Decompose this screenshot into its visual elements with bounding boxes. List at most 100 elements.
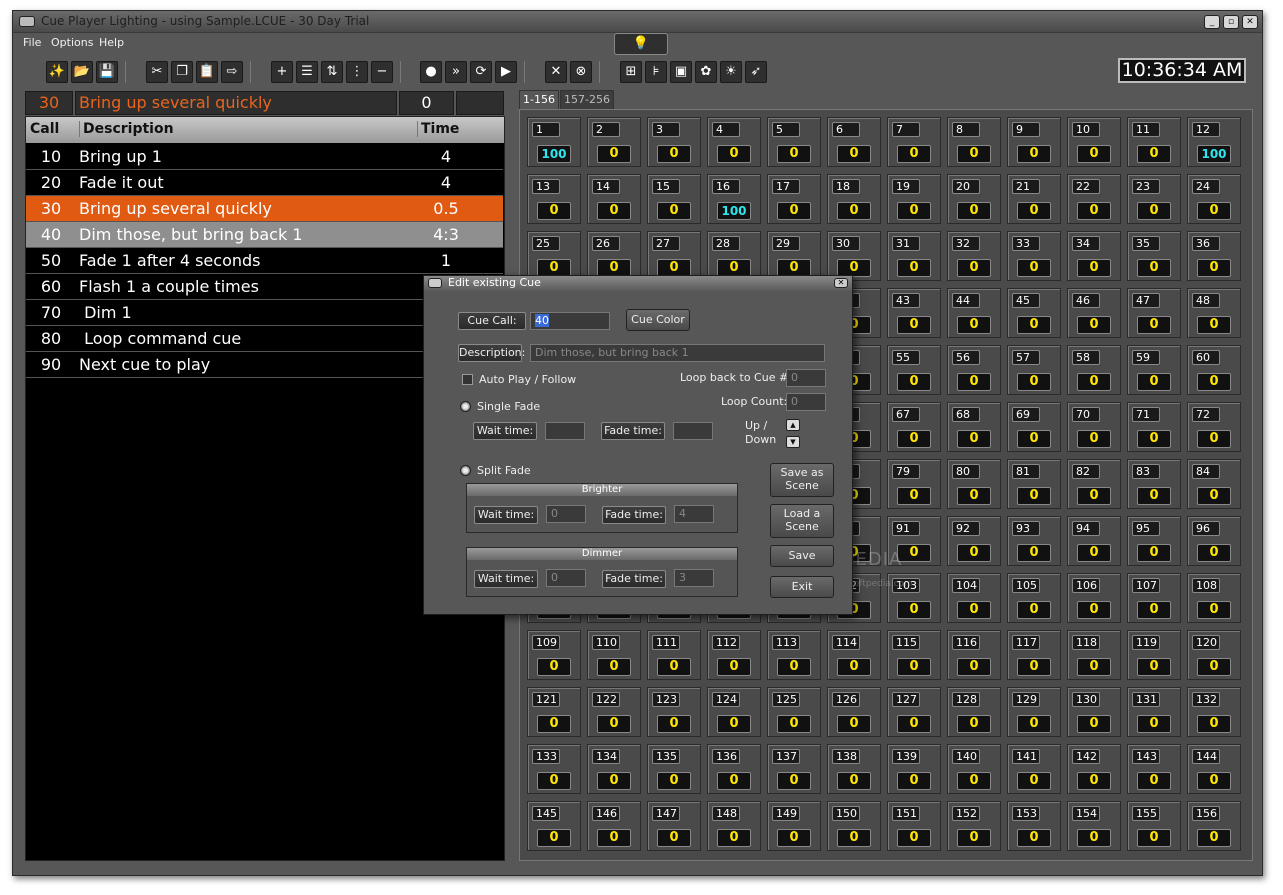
channel-cell[interactable]: 137 0	[767, 744, 821, 794]
channel-cell[interactable]: 122 0	[587, 687, 641, 737]
load-scene-button[interactable]: Load a Scene	[770, 504, 834, 538]
channel-level[interactable]: 0	[1197, 715, 1231, 733]
channel-level[interactable]: 0	[777, 772, 811, 790]
channel-cell[interactable]: 67 0	[887, 402, 941, 452]
channel-level[interactable]: 0	[657, 145, 691, 163]
channel-level[interactable]: 0	[1137, 658, 1171, 676]
channel-level[interactable]: 0	[1137, 601, 1171, 619]
channel-level[interactable]: 0	[537, 829, 571, 847]
channel-cell[interactable]: 47 0	[1127, 288, 1181, 338]
channel-cell[interactable]: 141 0	[1007, 744, 1061, 794]
channel-level[interactable]: 0	[897, 259, 931, 277]
channel-level[interactable]: 0	[1077, 658, 1111, 676]
channel-level[interactable]: 0	[837, 145, 871, 163]
channel-level[interactable]: 0	[1197, 829, 1231, 847]
channel-level[interactable]: 0	[1017, 658, 1051, 676]
channel-cell[interactable]: 82 0	[1067, 459, 1121, 509]
channel-cell[interactable]: 32 0	[947, 231, 1001, 281]
channel-level[interactable]: 0	[537, 658, 571, 676]
channel-level[interactable]: 0	[1017, 202, 1051, 220]
channel-level[interactable]: 0	[597, 715, 631, 733]
channel-level[interactable]: 0	[1197, 259, 1231, 277]
channel-cell[interactable]: 146 0	[587, 801, 641, 851]
cue-row[interactable]: 40 Dim those, but bring back 1 4:3	[26, 222, 503, 248]
channel-cell[interactable]: 116 0	[947, 630, 1001, 680]
channel-level[interactable]: 0	[717, 715, 751, 733]
channel-level[interactable]: 0	[837, 829, 871, 847]
channel-cell[interactable]: 18 0	[827, 174, 881, 224]
channel-level[interactable]: 0	[537, 772, 571, 790]
brighter-wait-input[interactable]: 0	[546, 505, 586, 523]
channel-cell[interactable]: 154 0	[1067, 801, 1121, 851]
loop-back-input[interactable]: 0	[786, 369, 826, 387]
channel-level[interactable]: 0	[837, 772, 871, 790]
channel-level[interactable]: 0	[957, 544, 991, 562]
channel-level[interactable]: 0	[957, 715, 991, 733]
channel-cell[interactable]: 16 100	[707, 174, 761, 224]
channel-cell[interactable]: 81 0	[1007, 459, 1061, 509]
down-arrow-icon[interactable]: ▼	[786, 436, 800, 448]
channel-level[interactable]: 0	[837, 715, 871, 733]
channel-level[interactable]: 0	[1137, 316, 1171, 334]
channel-level[interactable]: 0	[1077, 772, 1111, 790]
channel-cell[interactable]: 71 0	[1127, 402, 1181, 452]
channel-level[interactable]: 0	[717, 658, 751, 676]
channel-cell[interactable]: 150 0	[827, 801, 881, 851]
header-description[interactable]: Description	[79, 121, 174, 137]
channel-level[interactable]: 0	[777, 145, 811, 163]
up-arrow-icon[interactable]: ▲	[786, 419, 800, 431]
channel-cell[interactable]: 130 0	[1067, 687, 1121, 737]
cue-color-button[interactable]: Cue Color	[626, 309, 690, 331]
tab-157-256[interactable]: 157-256	[560, 90, 614, 110]
channel-cell[interactable]: 95 0	[1127, 516, 1181, 566]
channel-cell[interactable]: 114 0	[827, 630, 881, 680]
channel-cell[interactable]: 106 0	[1067, 573, 1121, 623]
channel-level[interactable]: 0	[957, 772, 991, 790]
channel-level[interactable]: 0	[897, 487, 931, 505]
channel-cell[interactable]: 34 0	[1067, 231, 1121, 281]
channel-level[interactable]: 0	[1017, 373, 1051, 391]
channel-cell[interactable]: 156 0	[1187, 801, 1241, 851]
channel-cell[interactable]: 125 0	[767, 687, 821, 737]
channel-level[interactable]: 0	[957, 145, 991, 163]
channel-cell[interactable]: 27 0	[647, 231, 701, 281]
channel-cell[interactable]: 117 0	[1007, 630, 1061, 680]
fader-icon[interactable]: ⊧	[645, 61, 667, 83]
split-fade-radio[interactable]	[460, 465, 471, 476]
dialog-menu-icon[interactable]	[428, 278, 442, 288]
channel-level[interactable]: 0	[897, 202, 931, 220]
channel-cell[interactable]: 33 0	[1007, 231, 1061, 281]
channel-level[interactable]: 0	[1137, 373, 1171, 391]
channel-cell[interactable]: 22 0	[1067, 174, 1121, 224]
channel-level[interactable]: 0	[1197, 658, 1231, 676]
channel-level[interactable]: 0	[897, 772, 931, 790]
channel-level[interactable]: 0	[957, 430, 991, 448]
channel-level[interactable]: 0	[957, 487, 991, 505]
channel-cell[interactable]: 144 0	[1187, 744, 1241, 794]
channel-level[interactable]: 0	[1197, 544, 1231, 562]
channel-level[interactable]: 0	[537, 715, 571, 733]
paste-icon[interactable]: 📋	[196, 61, 218, 83]
channel-cell[interactable]: 108 0	[1187, 573, 1241, 623]
channel-cell[interactable]: 145 0	[527, 801, 581, 851]
close-icon[interactable]: ✕	[1242, 15, 1258, 29]
copy-icon[interactable]: ❐	[171, 61, 193, 83]
channel-level[interactable]: 0	[1077, 829, 1111, 847]
channel-cell[interactable]: 148 0	[707, 801, 761, 851]
channel-level[interactable]: 0	[897, 715, 931, 733]
exit-button[interactable]: Exit	[770, 576, 834, 598]
channel-cell[interactable]: 83 0	[1127, 459, 1181, 509]
channel-level[interactable]: 0	[1137, 145, 1171, 163]
channel-cell[interactable]: 13 0	[527, 174, 581, 224]
tree-icon[interactable]: ⊞	[620, 61, 642, 83]
channel-cell[interactable]: 104 0	[947, 573, 1001, 623]
channel-level[interactable]: 0	[657, 829, 691, 847]
brighter-fade-input[interactable]: 4	[674, 505, 714, 523]
channel-cell[interactable]: 43 0	[887, 288, 941, 338]
stage-lamp-icon[interactable]: ☀	[720, 61, 742, 83]
record-icon[interactable]: ●	[420, 61, 442, 83]
channel-cell[interactable]: 155 0	[1127, 801, 1181, 851]
header-call[interactable]: Call	[30, 121, 59, 137]
save-disk-icon[interactable]: 💾	[96, 61, 118, 83]
channel-cell[interactable]: 80 0	[947, 459, 1001, 509]
